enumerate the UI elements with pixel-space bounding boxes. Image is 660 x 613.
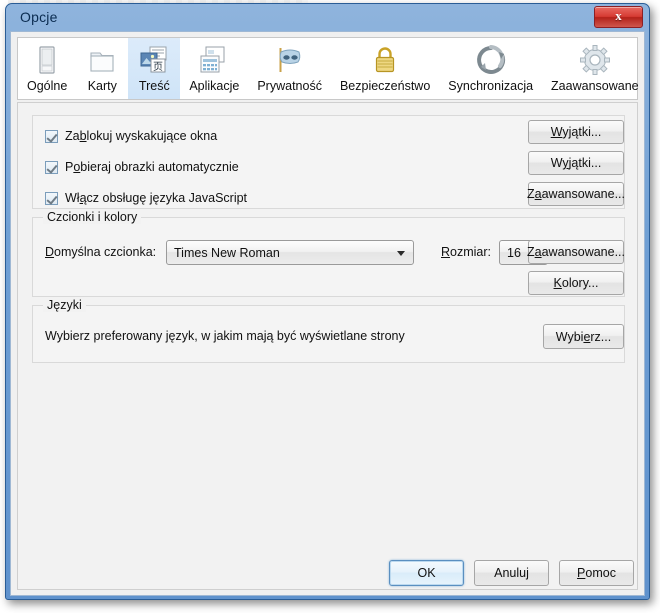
group-title: Języki — [43, 298, 86, 312]
desktop-backdrop: Opcje x Ogólne Karty 页 Treść Aplikacje P… — [0, 0, 660, 613]
title-bar[interactable]: Opcje x — [6, 4, 649, 32]
combobox-value: Times New Roman — [174, 245, 280, 260]
checkbox-icon[interactable] — [45, 129, 58, 143]
dialog-client-area: Ogólne Karty 页 Treść Aplikacje Prywatnoś… — [10, 31, 645, 596]
tab-zaawansowane[interactable]: Zaawansowane — [542, 38, 648, 99]
advanced-gear-icon — [578, 43, 612, 77]
languages-group: Języki Wybierz preferowany język, w jaki… — [32, 298, 625, 363]
tab-karty[interactable]: Karty — [76, 38, 128, 99]
tab-prywatnosc[interactable]: Prywatność — [248, 38, 331, 99]
checkbox-load-images[interactable]: Pobieraj obrazki automatycznie — [45, 158, 239, 176]
button-label: Zaawansowane... — [527, 187, 625, 201]
tab-label: Karty — [87, 79, 117, 93]
button-label: Wybierz... — [555, 329, 612, 344]
button-label: Kolory... — [553, 276, 599, 290]
button-label: Zaawansowane... — [527, 245, 625, 259]
button-label: Anuluj — [494, 566, 529, 580]
security-lock-icon — [368, 43, 402, 77]
general-panel-icon — [30, 43, 64, 77]
close-button[interactable]: x — [594, 6, 643, 28]
svg-text:页: 页 — [153, 61, 163, 73]
checkbox-label: Włącz obsługę języka JavaScript — [65, 191, 248, 205]
group-title: Czcionki i kolory — [43, 210, 142, 224]
javascript-advanced-button[interactable]: Zaawansowane... — [527, 182, 625, 206]
help-button[interactable]: Pomoc — [559, 560, 634, 586]
tab-label: Prywatność — [257, 79, 322, 93]
button-label: Wyjątki... — [550, 156, 602, 170]
preferences-tabstrip: Ogólne Karty 页 Treść Aplikacje Prywatnoś… — [17, 37, 639, 100]
checkbox-icon[interactable] — [45, 191, 58, 205]
button-label: Pomoc — [577, 566, 616, 580]
options-dialog-window: Opcje x Ogólne Karty 页 Treść Aplikacje P… — [5, 3, 650, 600]
applications-icon — [197, 43, 231, 77]
checkbox-enable-javascript[interactable]: Włącz obsługę języka JavaScript — [45, 189, 247, 207]
dialog-button-bar: OK Anuluj Pomoc — [17, 557, 638, 591]
tab-label: Treść — [138, 79, 170, 93]
button-label: OK — [417, 566, 436, 580]
tab-synchronizacja[interactable]: Synchronizacja — [439, 38, 542, 99]
colors-button[interactable]: Kolory... — [528, 271, 624, 295]
checkbox-label: Pobieraj obrazki automatycznie — [65, 160, 239, 174]
tab-label: Bezpieczeństwo — [339, 79, 431, 93]
tab-aplikacje[interactable]: Aplikacje — [180, 38, 248, 99]
images-exceptions-button[interactable]: Wyjątki... — [528, 151, 624, 175]
tab-label: Aplikacje — [189, 79, 240, 93]
checkbox-block-popups[interactable]: Zablokuj wyskakujące okna — [45, 127, 217, 145]
tab-tresc[interactable]: 页 Treść — [128, 38, 181, 99]
cancel-button[interactable]: Anuluj — [474, 560, 549, 586]
content-settings-panel: Zablokuj wyskakujące okna Pobieraj obraz… — [17, 102, 638, 590]
fonts-and-colors-group: Czcionki i kolory Domyślna czcionka: Tim… — [32, 210, 625, 297]
tab-bezpieczenstwo[interactable]: Bezpieczeństwo — [331, 38, 439, 99]
checkbox-icon[interactable] — [45, 160, 58, 174]
privacy-mask-icon — [273, 43, 307, 77]
languages-description: Wybierz preferowany język, w jakim mają … — [45, 329, 405, 343]
choose-language-button[interactable]: Wybierz... — [543, 324, 624, 349]
window-title: Opcje — [20, 9, 58, 25]
default-font-combobox[interactable]: Times New Roman — [166, 240, 414, 265]
combobox-value: 16 — [507, 245, 521, 260]
checkbox-label: Zablokuj wyskakujące okna — [65, 129, 218, 143]
tab-label: Synchronizacja — [448, 79, 534, 93]
sync-arrows-icon — [474, 43, 508, 77]
tab-ogolne[interactable]: Ogólne — [18, 38, 76, 99]
fonts-advanced-button[interactable]: Zaawansowane... — [527, 240, 625, 264]
font-size-label: Rozmiar: — [441, 245, 492, 259]
tabs-folder-icon — [85, 43, 119, 77]
chevron-down-icon — [397, 250, 405, 256]
tab-label: Ogólne — [27, 79, 68, 93]
ok-button[interactable]: OK — [389, 560, 464, 586]
close-icon: x — [615, 8, 622, 23]
default-font-label: Domyślna czcionka: — [45, 245, 157, 259]
content-page-icon: 页 — [137, 43, 171, 77]
tab-label: Zaawansowane — [551, 79, 639, 93]
checkbox-options-group: Zablokuj wyskakujące okna Pobieraj obraz… — [32, 115, 625, 209]
button-label: Wyjątki... — [550, 125, 602, 139]
popups-exceptions-button[interactable]: Wyjątki... — [528, 120, 624, 144]
